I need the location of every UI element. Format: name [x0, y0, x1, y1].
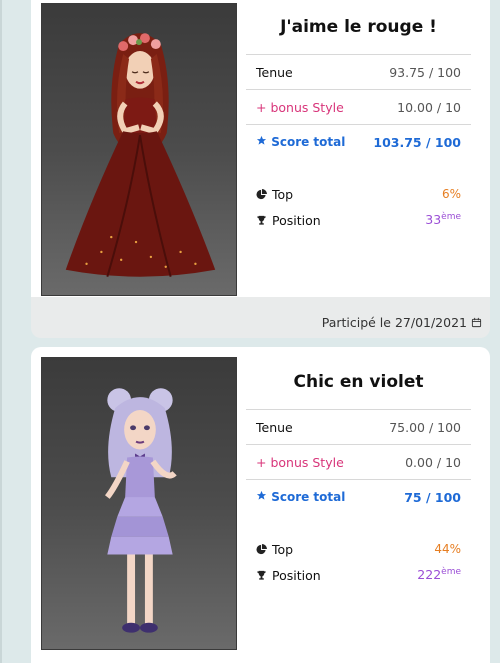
score-panel: Chic en violet Tenue 75.00 / 100 + bonus…	[246, 355, 471, 588]
bonus-label: + bonus Style	[256, 454, 344, 470]
avatar-portrait-violet-dress[interactable]	[41, 357, 237, 650]
top-stat: Top 44%	[256, 536, 461, 562]
position-suffix: ème	[441, 212, 461, 223]
pie-chart-icon	[256, 188, 267, 199]
total-value: 103.75 / 100	[373, 134, 461, 150]
pie-chart-icon	[256, 543, 267, 554]
ranking-stats: Top 44% Position 222ème	[246, 536, 471, 588]
top-label-wrap: Top	[256, 542, 293, 557]
star-icon	[256, 135, 267, 145]
position-value-wrap: 222ème	[417, 567, 461, 582]
tenue-label: Tenue	[256, 64, 293, 80]
tenue-value: 75.00 / 100	[389, 419, 461, 435]
score-panel: J'aime le rouge ! Tenue 93.75 / 100 + bo…	[246, 0, 471, 233]
avatar-illustration	[65, 33, 216, 277]
top-label: Top	[272, 541, 294, 557]
bonus-value: 10.00 / 10	[397, 99, 461, 115]
trophy-icon	[257, 570, 266, 580]
total-label: Score total	[271, 135, 346, 149]
card-body: J'aime le rouge ! Tenue 93.75 / 100 + bo…	[31, 0, 490, 297]
participation-card: Chic en violet Tenue 75.00 / 100 + bonus…	[31, 347, 490, 663]
total-value: 75 / 100	[404, 489, 461, 505]
bonus-value: 0.00 / 10	[405, 454, 461, 470]
top-value: 6%	[441, 187, 461, 201]
ranking-stats: Top 6% Position 33ème	[246, 181, 471, 233]
bonus-row: + bonus Style 0.00 / 10	[246, 444, 471, 479]
tenue-label: Tenue	[256, 419, 293, 435]
star-icon	[256, 490, 267, 500]
top-label: Top	[272, 186, 294, 202]
avatar-portrait-red-dress[interactable]	[41, 3, 237, 296]
page-edge	[0, 0, 2, 663]
position-stat: Position 222ème	[256, 562, 461, 588]
bonus-row: + bonus Style 10.00 / 10	[246, 89, 471, 124]
avatar-illustration	[104, 388, 177, 633]
position-value: 222	[417, 567, 442, 583]
total-label: Score total	[271, 490, 346, 504]
tenue-row: Tenue 75.00 / 100	[246, 409, 471, 444]
participation-date: Participé le 27/01/2021	[322, 315, 482, 330]
top-value: 44%	[434, 542, 461, 556]
tenue-value: 93.75 / 100	[389, 64, 461, 80]
position-label: Position	[272, 212, 321, 228]
position-label-wrap: Position	[256, 213, 321, 228]
top-stat: Top 6%	[256, 181, 461, 207]
position-value: 33	[425, 212, 442, 228]
position-value-wrap: 33ème	[425, 212, 461, 227]
position-label: Position	[272, 567, 321, 583]
total-row: Score total 103.75 / 100	[246, 124, 471, 159]
position-stat: Position 33ème	[256, 207, 461, 233]
total-row: Score total 75 / 100	[246, 479, 471, 514]
position-label-wrap: Position	[256, 568, 321, 583]
total-label-wrap: Score total	[256, 490, 345, 504]
bonus-label: + bonus Style	[256, 99, 344, 115]
top-label-wrap: Top	[256, 187, 293, 202]
tenue-row: Tenue 93.75 / 100	[246, 54, 471, 89]
total-label-wrap: Score total	[256, 135, 345, 149]
participation-card: J'aime le rouge ! Tenue 93.75 / 100 + bo…	[31, 0, 490, 338]
trophy-icon	[257, 215, 266, 225]
calendar-icon	[471, 317, 482, 328]
participation-date-text: Participé le 27/01/2021	[321, 315, 467, 330]
outfit-title: J'aime le rouge !	[280, 17, 437, 37]
position-suffix: ème	[441, 567, 461, 578]
outfit-title: Chic en violet	[293, 372, 424, 392]
